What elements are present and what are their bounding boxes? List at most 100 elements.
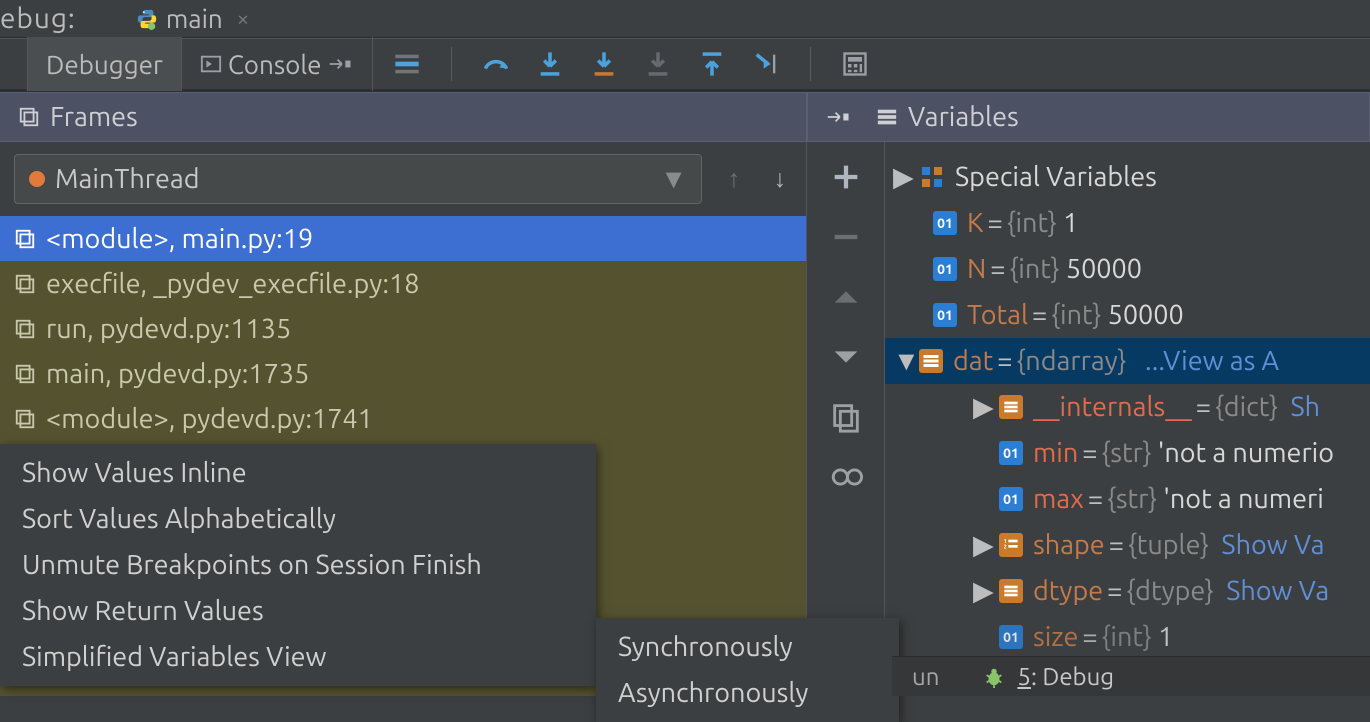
tab-console[interactable]: Console bbox=[182, 37, 373, 91]
step-over-icon[interactable] bbox=[482, 50, 510, 78]
frame-icon bbox=[14, 228, 36, 250]
variable-special[interactable]: ▶ Special Variables bbox=[885, 154, 1370, 200]
menu-item[interactable]: Unmute Breakpoints on Session Finish bbox=[0, 542, 596, 588]
force-step-into-icon[interactable] bbox=[644, 50, 672, 78]
context-submenu[interactable]: Synchronously Asynchronously bbox=[596, 618, 899, 722]
thread-row: MainThread ▼ ↑ ↓ bbox=[0, 142, 806, 216]
variable-row[interactable]: ▶ 01 min={str} 'not a numerio bbox=[885, 430, 1370, 476]
expand-icon[interactable]: ▶ bbox=[973, 530, 993, 561]
int-badge-icon: 01 bbox=[933, 211, 957, 235]
int-badge-icon: 01 bbox=[999, 625, 1023, 649]
variable-row[interactable]: 01 N={int} 50000 bbox=[885, 246, 1370, 292]
step-into-icon[interactable] bbox=[536, 50, 564, 78]
int-badge-icon: 01 bbox=[933, 257, 957, 281]
struct-badge-icon bbox=[999, 579, 1023, 603]
variables-icon bbox=[876, 106, 898, 128]
collapse-icon[interactable]: ▼ bbox=[893, 346, 913, 377]
menu-item[interactable]: Sort Values Alphabetically bbox=[0, 496, 596, 542]
frame-icon bbox=[14, 363, 36, 385]
frame-row[interactable]: <module>, pydevd.py:1741 bbox=[0, 396, 806, 441]
frame-label: <module>, main.py:19 bbox=[46, 224, 313, 254]
struct-badge-icon bbox=[999, 395, 1023, 419]
copy-icon[interactable] bbox=[829, 400, 863, 434]
int-badge-icon: 01 bbox=[999, 441, 1023, 465]
frame-label: <module>, pydevd.py:1741 bbox=[46, 404, 373, 434]
bug-icon[interactable] bbox=[983, 666, 1005, 688]
special-vars-icon bbox=[919, 164, 945, 190]
step-out-icon[interactable] bbox=[698, 50, 726, 78]
tab-debugger[interactable]: Debugger bbox=[28, 37, 182, 91]
menu-item[interactable]: Show Return Values bbox=[0, 588, 596, 634]
add-watch-icon[interactable] bbox=[829, 160, 863, 194]
expand-icon[interactable]: ▶ bbox=[893, 162, 913, 193]
menu-item[interactable]: Simplified Variables View bbox=[0, 634, 596, 680]
restore-layout-icon[interactable] bbox=[826, 106, 852, 128]
thread-status-icon bbox=[29, 171, 45, 187]
frame-icon bbox=[14, 273, 36, 295]
frame-row[interactable]: <module>, main.py:19 bbox=[0, 216, 806, 261]
struct-badge-icon: 12 bbox=[999, 533, 1023, 557]
frames-icon bbox=[18, 106, 40, 128]
frame-row[interactable]: main, pydevd.py:1735 bbox=[0, 351, 806, 396]
frames-header-label: Frames bbox=[50, 102, 138, 132]
variable-row[interactable]: 01 Total={int} 50000 bbox=[885, 292, 1370, 338]
status-debug-label[interactable]: 5: Debug bbox=[1017, 663, 1114, 690]
console-run-icon bbox=[200, 53, 222, 75]
menu-item[interactable]: Synchronously bbox=[596, 624, 899, 670]
variable-label: Special Variables bbox=[955, 162, 1157, 192]
watches-icon[interactable] bbox=[829, 460, 863, 494]
frame-row[interactable]: execfile, _pydev_execfile.py:18 bbox=[0, 261, 806, 306]
variable-row[interactable]: ▶ 12 shape={tuple} Show Va bbox=[885, 522, 1370, 568]
variables-header[interactable]: Variables bbox=[807, 92, 1370, 142]
frame-icon bbox=[14, 408, 36, 430]
array-badge-icon bbox=[919, 349, 943, 373]
int-badge-icon: 01 bbox=[933, 303, 957, 327]
thread-name: MainThread bbox=[55, 164, 200, 194]
frame-label: execfile, _pydev_execfile.py:18 bbox=[46, 269, 419, 299]
variables-header-label: Variables bbox=[908, 102, 1019, 132]
variable-row[interactable]: ▶ dtype={dtype} Show Va bbox=[885, 568, 1370, 614]
expand-icon[interactable]: ▶ bbox=[973, 576, 993, 607]
redirect-icon bbox=[328, 53, 354, 75]
step-into-my-code-icon[interactable] bbox=[590, 50, 618, 78]
close-icon[interactable]: × bbox=[237, 6, 249, 31]
frame-down-icon[interactable]: ↓ bbox=[766, 164, 794, 194]
toolbar-gutter bbox=[0, 37, 28, 91]
status-run-fragment: un bbox=[912, 663, 939, 690]
evaluate-expression-icon[interactable] bbox=[841, 50, 869, 78]
frame-label: main, pydevd.py:1735 bbox=[46, 359, 309, 389]
frame-label: run, pydevd.py:1135 bbox=[46, 314, 291, 344]
menu-item[interactable]: Asynchronously bbox=[596, 670, 899, 716]
file-tab-label: main bbox=[166, 4, 223, 33]
variables-panel: ▶ Special Variables 01 K={int} 1 01 N={i… bbox=[885, 142, 1370, 696]
variable-row-dat[interactable]: ▼ dat={ndarray} ...View as A bbox=[885, 338, 1370, 384]
svg-text:2: 2 bbox=[1004, 544, 1007, 550]
separator bbox=[810, 47, 811, 81]
remove-watch-icon[interactable] bbox=[829, 220, 863, 254]
move-up-icon[interactable] bbox=[829, 280, 863, 314]
thread-select[interactable]: MainThread ▼ bbox=[14, 154, 702, 204]
int-badge-icon: 01 bbox=[999, 487, 1023, 511]
panel-headers: Frames Variables bbox=[0, 92, 1370, 142]
chevron-down-icon: ▼ bbox=[660, 164, 687, 195]
separator bbox=[451, 47, 452, 81]
frame-up-icon[interactable]: ↑ bbox=[720, 164, 748, 194]
run-to-cursor-icon[interactable] bbox=[752, 50, 780, 78]
variable-row[interactable]: ▶ 01 max={str} 'not a numeri bbox=[885, 476, 1370, 522]
file-tab-main[interactable]: main × bbox=[136, 4, 249, 33]
variable-row[interactable]: ▶ __internals__={dict} Sh bbox=[885, 384, 1370, 430]
context-menu-settings[interactable]: Show Values Inline Sort Values Alphabeti… bbox=[0, 444, 596, 686]
variable-row[interactable]: ▶ 01 size={int} 1 bbox=[885, 614, 1370, 660]
variable-row[interactable]: 01 K={int} 1 bbox=[885, 200, 1370, 246]
expand-icon[interactable]: ▶ bbox=[973, 392, 993, 423]
menu-item[interactable]: Show Values Inline bbox=[0, 450, 596, 496]
variables-toolbar bbox=[807, 142, 885, 696]
frame-row[interactable]: run, pydevd.py:1135 bbox=[0, 306, 806, 351]
python-icon bbox=[136, 8, 158, 30]
frames-header[interactable]: Frames bbox=[0, 92, 807, 142]
move-down-icon[interactable] bbox=[829, 340, 863, 374]
frame-icon bbox=[14, 318, 36, 340]
editor-tabs-strip: ebug: main × bbox=[0, 0, 1370, 38]
status-bar: un 5: Debug bbox=[892, 656, 1370, 696]
show-execution-point-icon[interactable] bbox=[393, 50, 421, 78]
